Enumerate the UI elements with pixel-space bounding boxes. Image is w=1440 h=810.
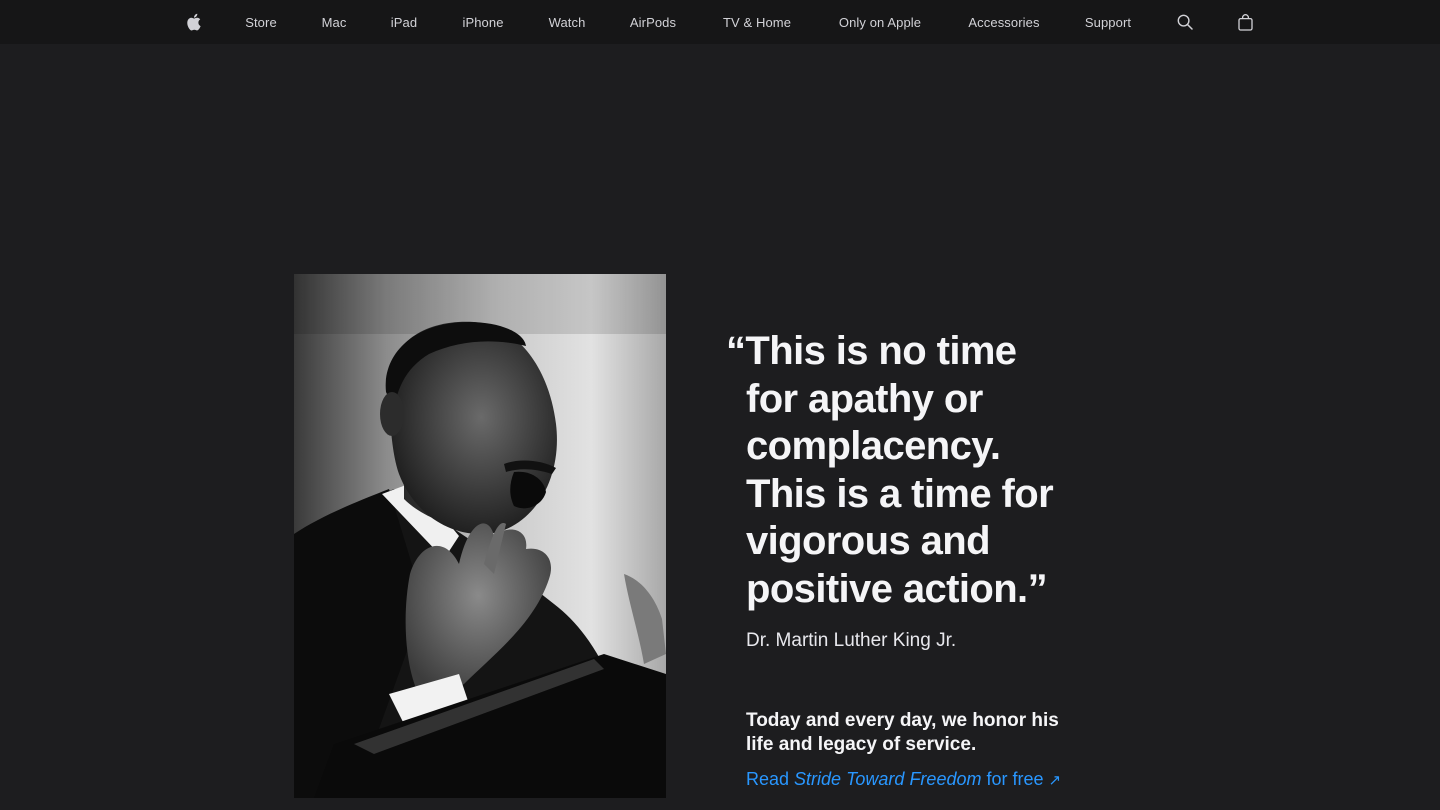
apple-logo-icon[interactable] (184, 0, 202, 44)
quote-line: This is a time for (746, 471, 1054, 516)
read-book-link-suffix: for free (981, 769, 1044, 789)
honor-line: life and legacy of service. (746, 734, 977, 755)
honor-statement: Today and every day, we honor his life a… (746, 709, 1086, 757)
read-book-link[interactable]: Read Stride Toward Freedom for free ↗ (746, 769, 1061, 790)
bag-icon[interactable] (1235, 0, 1255, 44)
nav-iphone[interactable]: iPhone (455, 0, 511, 44)
global-nav: Store Mac iPad iPhone Watch AirPods TV &… (0, 0, 1440, 44)
nav-only-on-apple[interactable]: Only on Apple (829, 0, 931, 44)
honor-line: Today and every day, we honor his (746, 710, 1059, 731)
nav-watch[interactable]: Watch (541, 0, 593, 44)
quote-line: “This is no time (726, 329, 1017, 373)
read-book-link-title: Stride Toward Freedom (794, 769, 982, 789)
quote-line: complacency. (746, 424, 1001, 468)
quote-line: for apathy or (746, 376, 983, 421)
quote-line: positive action.” (746, 566, 1048, 611)
search-icon[interactable] (1175, 0, 1195, 44)
nav-ipad[interactable]: iPad (384, 0, 424, 44)
portrait-illustration (294, 274, 666, 798)
nav-airpods[interactable]: AirPods (622, 0, 684, 44)
nav-store[interactable]: Store (238, 0, 284, 44)
global-nav-list: Store Mac iPad iPhone Watch AirPods TV &… (0, 0, 1440, 44)
quote-text: “This is no time for apathy or complacen… (726, 328, 1086, 613)
nav-mac[interactable]: Mac (314, 0, 354, 44)
quote-line: vigorous and (746, 519, 991, 563)
read-book-link-prefix: Read (746, 769, 795, 789)
nav-support[interactable]: Support (1077, 0, 1139, 44)
nav-accessories[interactable]: Accessories (961, 0, 1047, 44)
portrait-photo (294, 274, 666, 798)
quote-author: Dr. Martin Luther King Jr. (746, 630, 957, 651)
nav-tv-home[interactable]: TV & Home (714, 0, 800, 44)
external-arrow-icon: ↗ (1048, 772, 1062, 789)
